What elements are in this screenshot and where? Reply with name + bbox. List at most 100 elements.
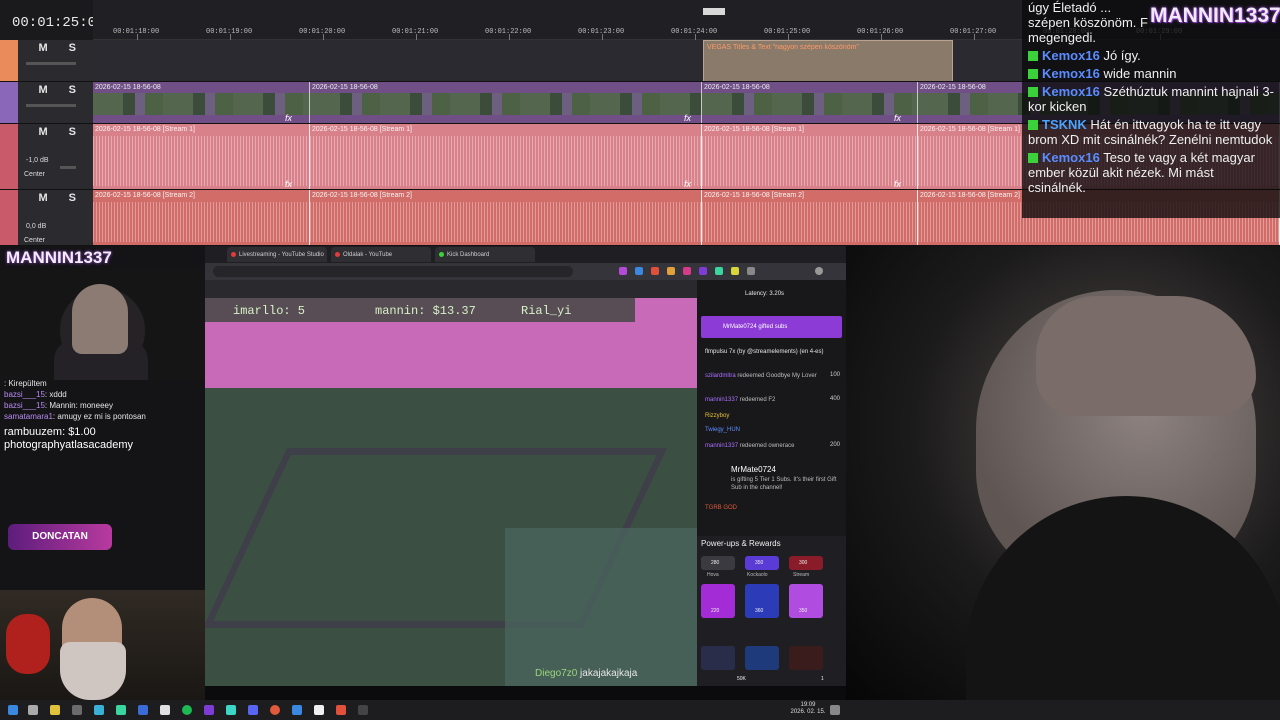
reward-tile[interactable]	[701, 646, 735, 670]
extension-icon[interactable]	[715, 267, 723, 275]
points-value: 100	[829, 372, 840, 378]
track-header-title[interactable]: M S	[0, 40, 93, 82]
video-event[interactable]: 2026-02-15 18-56-08 fx	[702, 82, 918, 123]
reward-tile[interactable]: 280	[701, 556, 735, 570]
app-icon[interactable]	[204, 705, 214, 715]
chat-panel[interactable]: Latency: 3.20s MrMate0724 gifted subs fl…	[697, 280, 846, 686]
audio-event[interactable]: 2026-02-15 18-56-08 [Stream 2]	[93, 190, 310, 245]
app-icon[interactable]	[358, 705, 368, 715]
reward-label: Kockaolo	[747, 572, 768, 578]
fx-icon[interactable]: fx	[894, 179, 901, 189]
volume-fader[interactable]	[60, 166, 76, 169]
reward-tile[interactable]	[745, 646, 779, 670]
chat-username: bazsi___15	[4, 401, 45, 410]
chat-text: : Mannin: moneeey	[44, 401, 113, 410]
extension-icon[interactable]	[619, 267, 627, 275]
chat-username: TGRB GOD	[705, 505, 738, 511]
mute-solo-buttons[interactable]: M S	[38, 84, 85, 96]
video-event[interactable]: 2026-02-15 18-56-08 fx	[93, 82, 310, 123]
powerups-panel[interactable]: Power-ups & Rewards 280 350 300 Hova Koc…	[697, 536, 846, 686]
profile-icon[interactable]	[815, 267, 823, 275]
audio-event-label: 2026-02-15 18-56-08 [Stream 1]	[95, 126, 196, 133]
gift-banner[interactable]: MrMate0724 gifted subs	[701, 316, 842, 338]
extension-icon[interactable]	[651, 267, 659, 275]
reward-tile[interactable]: 300	[789, 556, 823, 570]
game-view[interactable]: imarllo: 5 mannin: $13.37 Rial_yi Diego7…	[205, 298, 697, 686]
track-header-audio-1[interactable]: M S -1,0 dB Center	[0, 124, 93, 190]
fx-icon[interactable]: fx	[285, 179, 292, 189]
points-value: 400	[829, 396, 840, 402]
audio-event[interactable]: 2026-02-15 18-56-08 [Stream 2]	[310, 190, 702, 245]
youtube-icon	[231, 252, 236, 257]
reward-tile[interactable]	[789, 646, 823, 670]
fx-icon[interactable]: fx	[684, 113, 691, 123]
chat-line: Twiegy_HUN	[705, 426, 740, 434]
url-field[interactable]	[213, 266, 573, 277]
audio-event[interactable]: 2026-02-15 18-56-08 [Stream 1] fx	[310, 124, 702, 189]
app-icon[interactable]	[72, 705, 82, 715]
discord-icon[interactable]	[248, 705, 258, 715]
track-header-audio-2[interactable]: M S 0,0 dB Center	[0, 190, 93, 246]
title-event[interactable]: VEGAS Titles & Text "nagyon szépen köszö…	[703, 40, 953, 81]
audio-event-label: 2026-02-15 18-56-08 [Stream 2]	[704, 192, 805, 199]
fx-icon[interactable]: fx	[285, 113, 292, 123]
app-icon[interactable]	[226, 705, 236, 715]
app-icon[interactable]	[292, 705, 302, 715]
person-beard	[60, 642, 126, 700]
app-icon[interactable]	[160, 705, 170, 715]
fx-icon[interactable]: fx	[894, 113, 901, 123]
video-event[interactable]: 2026-02-15 18-56-08 fx	[310, 82, 702, 123]
extension-icon[interactable]	[683, 267, 691, 275]
chat-username: samatamara1	[4, 412, 53, 421]
video-thumbnails	[310, 93, 701, 115]
browser-window[interactable]: Livestreaming - YouTube Studio Oldalak -…	[205, 246, 846, 686]
extension-icon[interactable]	[667, 267, 675, 275]
timecode-display: 00:01:25:09	[0, 0, 104, 40]
tab-strip: Livestreaming - YouTube Studio Oldalak -…	[205, 246, 846, 263]
chrome-icon[interactable]	[270, 705, 280, 715]
notification-icon[interactable]	[830, 705, 840, 715]
browser-tab[interactable]: Kick Dashboard	[435, 247, 535, 262]
river-area	[505, 528, 697, 686]
extension-icon[interactable]	[635, 267, 643, 275]
mute-solo-buttons[interactable]: M S	[38, 42, 85, 54]
app-icon[interactable]	[138, 705, 148, 715]
count-badge: 1	[821, 676, 824, 682]
track-header-video[interactable]: M S	[0, 82, 93, 124]
fx-icon[interactable]: fx	[684, 179, 691, 189]
address-bar[interactable]	[205, 263, 846, 280]
app-icon[interactable]	[116, 705, 126, 715]
edit-reward-tile[interactable]: 350	[789, 584, 823, 618]
opacity-fader[interactable]	[26, 104, 76, 107]
kick-icon	[439, 252, 444, 257]
cursor-marker[interactable]	[703, 8, 725, 15]
extension-icon[interactable]	[699, 267, 707, 275]
spotify-icon[interactable]	[182, 705, 192, 715]
extension-icon[interactable]	[747, 267, 755, 275]
chat-line: mannin1337 redeemed ownerace	[705, 442, 794, 450]
chat-message-text: wide mannin	[1103, 66, 1177, 81]
reward-tile[interactable]: 350	[745, 556, 779, 570]
start-icon[interactable]	[8, 705, 18, 715]
browser-tab[interactable]: Oldalak - YouTube	[331, 247, 431, 262]
reward-cost: 350	[755, 560, 764, 566]
audio-event[interactable]: 2026-02-15 18-56-08 [Stream 2]	[702, 190, 918, 245]
system-clock[interactable]: 19:09 2026. 02. 15.	[788, 702, 828, 716]
chat-username: mannin1337	[705, 397, 739, 403]
app-icon[interactable]	[94, 705, 104, 715]
audio-event[interactable]: 2026-02-15 18-56-08 [Stream 1] fx	[93, 124, 310, 189]
explorer-icon[interactable]	[50, 705, 60, 715]
extension-icon[interactable]	[731, 267, 739, 275]
volume-fader[interactable]	[26, 62, 76, 65]
chat-text: : Kirepültem	[4, 379, 47, 388]
lock-reward-tile[interactable]: 220	[701, 584, 735, 618]
app-icon[interactable]	[314, 705, 324, 715]
tab-title: Livestreaming - YouTube Studio	[239, 252, 324, 258]
app-icon[interactable]	[336, 705, 346, 715]
audio-event[interactable]: 2026-02-15 18-56-08 [Stream 1] fx	[702, 124, 918, 189]
mute-solo-buttons[interactable]: M S	[38, 192, 85, 204]
taskview-icon[interactable]	[28, 705, 38, 715]
reward-tile[interactable]: 360	[745, 584, 779, 618]
mute-solo-buttons[interactable]: M S	[38, 126, 85, 138]
browser-tab[interactable]: Livestreaming - YouTube Studio	[227, 247, 327, 262]
